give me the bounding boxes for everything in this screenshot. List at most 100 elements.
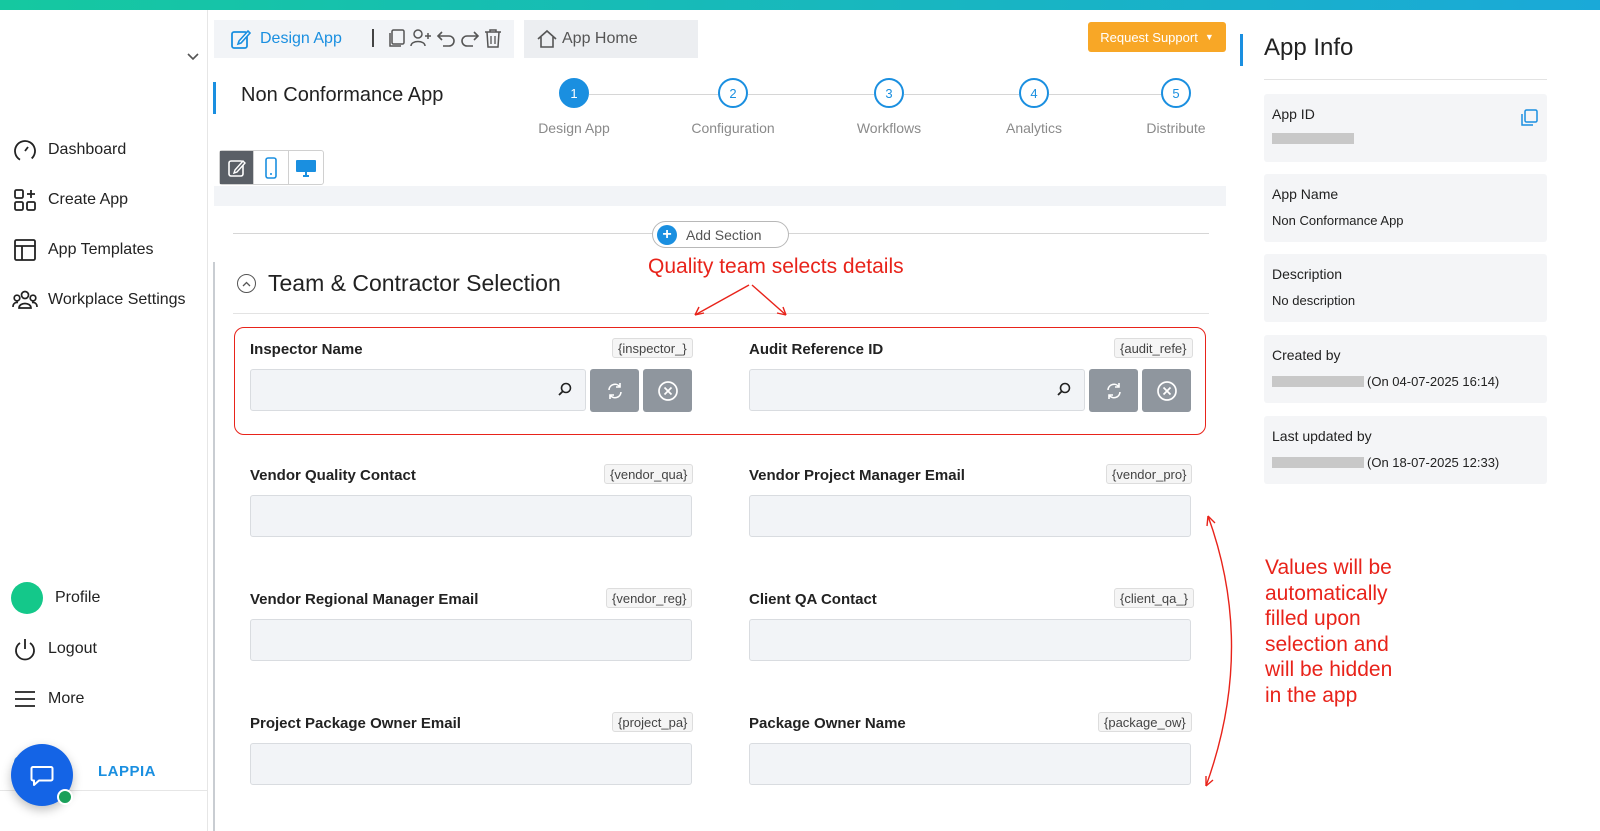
tab-label: Design App xyxy=(260,30,342,47)
sidebar-item-dashboard[interactable]: Dashboard xyxy=(12,136,126,164)
sidebar-item-logout[interactable]: Logout xyxy=(12,635,97,663)
sidebar-item-workplace-settings[interactable]: Workplace Settings xyxy=(12,286,186,314)
field-label: Audit Reference ID xyxy=(749,341,884,358)
info-divider xyxy=(1264,79,1547,80)
canvas-left-rule xyxy=(213,262,215,831)
audit-reference-input[interactable] xyxy=(749,369,1085,411)
step-distribute[interactable]: 5 Distribute xyxy=(1146,78,1206,136)
edit-view-button[interactable] xyxy=(220,151,255,184)
edit-icon xyxy=(227,159,246,177)
sidebar-item-label: Dashboard xyxy=(48,141,127,158)
divider xyxy=(372,29,374,47)
refresh-icon xyxy=(1106,382,1121,399)
add-section-button[interactable]: + Add Section xyxy=(652,221,789,248)
annotation-side: Values will be automatically filled upon… xyxy=(1265,556,1393,707)
undo-icon[interactable] xyxy=(436,28,456,48)
power-icon xyxy=(12,636,38,662)
copy-icon[interactable] xyxy=(388,28,406,48)
field-tag: {vendor_qua} xyxy=(604,464,694,484)
step-configuration[interactable]: 2 Configuration xyxy=(691,78,775,136)
refresh-icon xyxy=(607,382,622,399)
desktop-view-button[interactable] xyxy=(289,151,323,184)
mobile-view-button[interactable] xyxy=(254,151,289,184)
sidebar-item-more[interactable]: More xyxy=(12,685,84,713)
menu-icon xyxy=(12,686,38,712)
field-tag: {project_pa} xyxy=(612,712,694,732)
sidebar-item-profile[interactable]: Profile xyxy=(11,581,100,615)
redacted-value xyxy=(1272,376,1364,387)
field-label: Vendor Regional Manager Email xyxy=(250,591,479,608)
sidebar-item-app-templates[interactable]: App Templates xyxy=(12,236,154,264)
field-label: Client QA Contact xyxy=(749,591,877,608)
search-icon[interactable] xyxy=(1056,381,1072,397)
workplace-icon xyxy=(12,287,38,313)
sidebar-item-create-app[interactable]: Create App xyxy=(12,186,128,214)
view-toggle xyxy=(219,150,324,185)
refresh-button[interactable] xyxy=(590,369,639,412)
step-connector xyxy=(904,94,1019,95)
search-icon[interactable] xyxy=(557,381,573,397)
tab-label: App Home xyxy=(562,30,638,47)
plus-icon: + xyxy=(657,224,677,245)
request-support-button[interactable]: Request Support ▼ xyxy=(1088,22,1226,52)
add-user-icon[interactable] xyxy=(410,28,432,48)
info-title: App Info xyxy=(1264,34,1354,61)
chevron-down-icon[interactable] xyxy=(187,48,199,61)
top-gradient-bar xyxy=(0,0,1600,10)
tab-app-home[interactable]: App Home xyxy=(524,20,698,58)
field-label: Package Owner Name xyxy=(749,715,906,732)
redo-icon[interactable] xyxy=(460,28,480,48)
trash-icon[interactable] xyxy=(484,28,502,48)
edit-icon xyxy=(231,29,252,49)
info-app-name: App Name Non Conformance App xyxy=(1264,174,1547,242)
sidebar-item-label: Create App xyxy=(48,191,129,208)
collapse-icon[interactable] xyxy=(237,274,256,293)
design-actions xyxy=(372,28,502,48)
dashboard-icon xyxy=(12,137,38,163)
sidebar-item-label: Workplace Settings xyxy=(48,291,186,308)
sidebar-item-label: Profile xyxy=(55,589,101,606)
desktop-icon xyxy=(295,159,316,177)
title-accent xyxy=(213,82,216,114)
stepper: 1 Design App 2 Configuration 3 Workflows… xyxy=(538,78,1230,148)
step-analytics[interactable]: 4 Analytics xyxy=(1006,78,1062,136)
field-label: Vendor Project Manager Email xyxy=(749,467,965,484)
field-tag: {audit_refe} xyxy=(1114,338,1193,358)
copy-icon[interactable] xyxy=(1519,108,1539,128)
field-tag: {vendor_pro} xyxy=(1106,464,1193,484)
annotation-top: Quality team selects details xyxy=(648,255,904,278)
home-icon xyxy=(537,29,557,48)
clear-button[interactable] xyxy=(1142,369,1191,412)
clear-icon xyxy=(657,380,678,401)
sidebar-item-label: Logout xyxy=(48,640,97,657)
clear-button[interactable] xyxy=(643,369,692,412)
inspector-name-input[interactable] xyxy=(250,369,586,411)
section-title: Team & Contractor Selection xyxy=(268,270,561,296)
info-last-updated: Last updated by (On 18-07-2025 12:33) xyxy=(1264,416,1547,484)
package-owner-name-input[interactable] xyxy=(749,743,1191,785)
field-label: Inspector Name xyxy=(250,341,363,358)
sidebar-item-label: App Templates xyxy=(48,241,154,258)
profile-avatar xyxy=(11,582,43,614)
info-description: Description No description xyxy=(1264,254,1547,322)
sidebar: Dashboard Create App App Templates Workp… xyxy=(0,10,208,831)
vendor-regional-email-input[interactable] xyxy=(250,619,692,661)
vendor-quality-contact-input[interactable] xyxy=(250,495,692,537)
step-connector xyxy=(589,94,739,95)
annotation-curved-arrow xyxy=(1205,515,1233,787)
section-header[interactable]: Team & Contractor Selection xyxy=(237,270,561,297)
step-connector xyxy=(748,94,874,95)
project-package-email-input[interactable] xyxy=(250,743,692,785)
online-indicator xyxy=(57,789,73,805)
step-workflows[interactable]: 3 Workflows xyxy=(857,78,921,136)
step-design-app[interactable]: 1 Design App xyxy=(538,78,610,136)
caret-down-icon: ▼ xyxy=(1204,32,1214,42)
client-qa-contact-input[interactable] xyxy=(749,619,1191,661)
app-title: Non Conformance App xyxy=(241,84,444,106)
field-label: Vendor Quality Contact xyxy=(250,467,416,484)
canvas-header-band xyxy=(214,186,1226,206)
refresh-button[interactable] xyxy=(1089,369,1138,412)
templates-icon xyxy=(12,237,38,263)
info-accent xyxy=(1240,34,1243,66)
vendor-pm-email-input[interactable] xyxy=(749,495,1191,537)
